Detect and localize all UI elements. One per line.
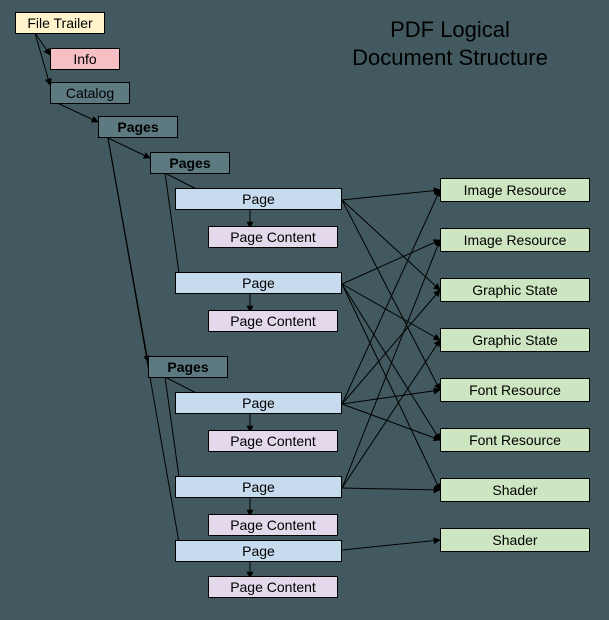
node-pages-b: Pages	[148, 356, 228, 378]
node-res-sh1: Shader	[440, 478, 590, 502]
node-catalog: Catalog	[50, 82, 130, 104]
node-page-a2: Page	[175, 272, 342, 294]
node-pc-b1: Page Content	[208, 430, 338, 452]
node-info: Info	[50, 48, 120, 70]
node-res-gs2: Graphic State	[440, 328, 590, 352]
node-res-gs1: Graphic State	[440, 278, 590, 302]
node-res-img2: Image Resource	[440, 228, 590, 252]
title-line-2: Document Structure	[352, 45, 548, 70]
node-pc-c: Page Content	[208, 576, 338, 598]
node-res-img1: Image Resource	[440, 178, 590, 202]
node-page-c: Page	[175, 540, 342, 562]
node-page-a1: Page	[175, 188, 342, 210]
node-res-sh2: Shader	[440, 528, 590, 552]
node-file-trailer: File Trailer	[15, 12, 105, 34]
node-page-b2: Page	[175, 476, 342, 498]
node-pages-a: Pages	[150, 152, 230, 174]
node-pc-b2: Page Content	[208, 514, 338, 536]
node-pages-root: Pages	[98, 116, 178, 138]
node-page-b1: Page	[175, 392, 342, 414]
node-res-font1: Font Resource	[440, 378, 590, 402]
title-line-1: PDF Logical	[390, 17, 510, 42]
diagram-title: PDF Logical Document Structure	[310, 16, 590, 71]
node-pc-a2: Page Content	[208, 310, 338, 332]
node-pc-a1: Page Content	[208, 226, 338, 248]
node-res-font2: Font Resource	[440, 428, 590, 452]
